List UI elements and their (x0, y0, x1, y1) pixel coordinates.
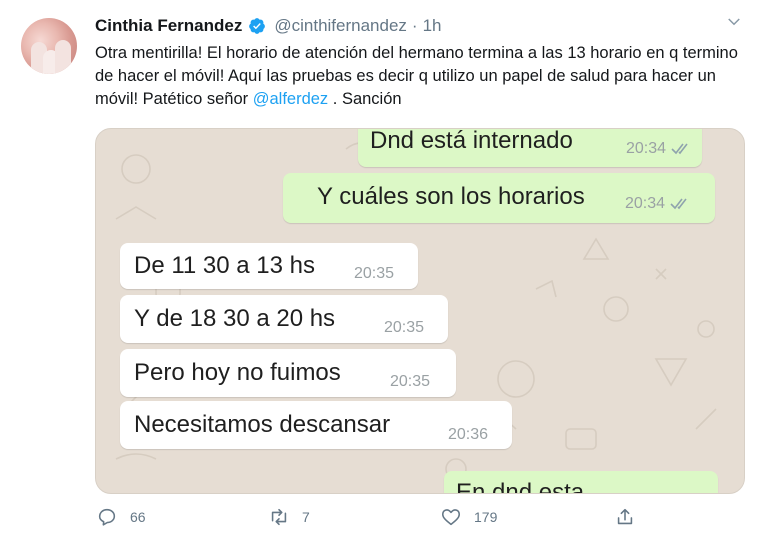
chat-bubble-incoming: Pero hoy no fuimos 20:35 (120, 349, 456, 397)
tweet-header: Cinthia Fernandez @cinthifernandez · 1h (95, 14, 442, 38)
retweet-count: 7 (302, 509, 310, 525)
retweet-button[interactable]: 7 (268, 506, 310, 528)
author-name[interactable]: Cinthia Fernandez (95, 16, 242, 36)
author-handle[interactable]: @cinthifernandez (274, 16, 407, 36)
reply-icon (98, 508, 116, 526)
tweet-actions: 66 7 179 (0, 506, 767, 534)
message-time: 20:34 (626, 140, 691, 158)
message-time: 20:36 (448, 426, 489, 443)
message-text: Pero hoy no fuimos (134, 359, 341, 386)
chat-bubble-incoming: De 11 30 a 13 hs 20:35 (120, 243, 418, 289)
reply-button[interactable]: 66 (96, 506, 146, 528)
chat-bubble-incoming: Y de 18 30 a 20 hs 20:35 (120, 295, 448, 343)
message-text: En dnd esta (456, 479, 585, 494)
tweet-timestamp[interactable]: 1h (423, 16, 442, 36)
tweet-text-body: Otra mentirilla! El horario de atención … (95, 44, 738, 108)
separator-dot: · (411, 16, 418, 35)
read-receipt-icon (670, 143, 688, 154)
chat-bubble-outgoing: Y cuáles son los horarios 20:34 (283, 173, 715, 223)
tweet-text-tail: . Sanción (328, 90, 402, 108)
message-text: Necesitamos descansar (134, 411, 391, 438)
message-time: 20:35 (390, 373, 431, 390)
retweet-icon (271, 508, 287, 526)
avatar[interactable] (21, 18, 77, 74)
mention-link[interactable]: @alferdez (253, 90, 328, 108)
chat-bubble-incoming: Necesitamos descansar 20:36 (120, 401, 512, 449)
message-text: Y cuáles son los horarios (317, 183, 585, 210)
message-text: Dnd está internado (370, 128, 573, 154)
message-time: 20:35 (354, 265, 395, 282)
verified-badge-icon (249, 18, 266, 34)
share-icon (617, 508, 633, 525)
read-receipt-icon (669, 198, 687, 209)
message-time: 20:34 (625, 195, 690, 213)
message-text: Y de 18 30 a 20 hs (134, 305, 336, 332)
chat-bubble-outgoing-partial: En dnd esta (444, 471, 718, 494)
chat-bubble-outgoing: Dnd está internado 20:34 (358, 128, 702, 167)
message-time-label: 20:34 (626, 140, 667, 157)
tweet-text: Otra mentirilla! El horario de atención … (95, 42, 755, 111)
chevron-down-icon[interactable] (725, 13, 743, 31)
like-button[interactable]: 179 (440, 506, 497, 528)
tweet-media-image[interactable]: Dnd está internado 20:34 Y cuáles son lo… (95, 128, 745, 494)
message-text: De 11 30 a 13 hs (134, 252, 316, 279)
message-time: 20:35 (384, 319, 425, 336)
reply-count: 66 (130, 509, 146, 525)
share-button[interactable] (614, 506, 648, 528)
like-icon (441, 509, 461, 526)
like-count: 179 (474, 509, 498, 525)
message-time-label: 20:34 (625, 195, 666, 212)
